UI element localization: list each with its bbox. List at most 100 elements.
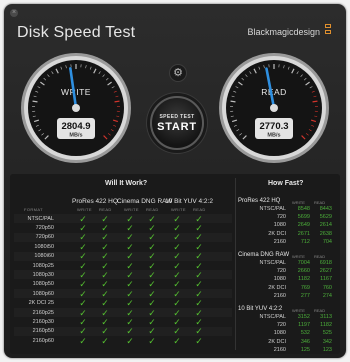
will-it-work-heading: Will It Work? bbox=[105, 180, 148, 187]
check-icon: ✓ bbox=[126, 251, 134, 262]
check-icon: ✓ bbox=[79, 326, 87, 337]
how-fast-group-title: Cinema DNG RAW bbox=[238, 252, 290, 258]
how-fast-format-label: NTSC/PAL bbox=[259, 314, 287, 320]
format-column-header: ProRes 422 HQ bbox=[72, 198, 118, 205]
start-button[interactable]: SPEED TEST START bbox=[150, 96, 204, 150]
how-fast-write-value: 5699 bbox=[297, 214, 310, 221]
format-header: FORMAT bbox=[24, 207, 43, 212]
format-label: 1080i50 bbox=[34, 243, 54, 250]
start-button-caption: SPEED TEST bbox=[159, 114, 195, 120]
app-title: Disk Speed Test bbox=[17, 24, 136, 41]
gear-icon[interactable]: ⚙ bbox=[169, 64, 187, 82]
how-fast-read-value: 5629 bbox=[319, 214, 332, 221]
how-fast-format-label: NTSC/PAL bbox=[259, 260, 287, 266]
how-fast-format-label: 720 bbox=[276, 268, 286, 275]
format-label: 1080p25 bbox=[32, 262, 54, 269]
how-fast-subheader: WRITE bbox=[292, 307, 305, 313]
format-label: 1080p50 bbox=[32, 281, 54, 288]
format-label: 720p50 bbox=[35, 224, 54, 231]
check-icon: ✓ bbox=[173, 251, 181, 262]
gauge-readout-value: 2804.9 bbox=[61, 121, 90, 132]
how-fast-read-value: 8443 bbox=[319, 206, 332, 212]
check-icon: ✓ bbox=[126, 232, 134, 243]
format-label: 720p60 bbox=[35, 234, 54, 241]
format-column-header: 10 Bit YUV 4:2:2 bbox=[165, 198, 213, 205]
how-fast-read-value: 2627 bbox=[319, 268, 332, 275]
how-fast-format-label: 2K DCI bbox=[268, 338, 286, 345]
how-fast-write-value: 1197 bbox=[298, 322, 310, 329]
how-fast-format-label: 2160 bbox=[273, 238, 286, 245]
check-icon: ✓ bbox=[101, 298, 109, 309]
gauge-tick bbox=[312, 100, 318, 103]
how-fast-read-value: 123 bbox=[322, 346, 332, 353]
check-icon: ✓ bbox=[173, 232, 181, 243]
check-icon: ✓ bbox=[195, 335, 203, 346]
results-panel: Will It Work? How Fast? ProRes 422 HQ WRI… bbox=[10, 174, 340, 354]
gauge-tick bbox=[32, 100, 38, 103]
how-fast-format-label: 2K DCI bbox=[268, 284, 286, 291]
check-icon: ✓ bbox=[195, 326, 203, 337]
how-fast-format-label: 2160 bbox=[273, 346, 286, 353]
format-label: 2K DCI 25 bbox=[28, 300, 54, 307]
column-subheader: READ bbox=[146, 207, 159, 212]
how-fast-format-label: 1080 bbox=[273, 276, 286, 283]
check-icon: ✓ bbox=[173, 298, 181, 309]
check-icon: ✓ bbox=[101, 326, 109, 337]
how-fast-format-label: 2160 bbox=[273, 292, 286, 299]
how-fast-write-value: 2649 bbox=[297, 222, 310, 229]
how-fast-subheader: READ bbox=[314, 199, 326, 205]
how-fast-write-value: 3152 bbox=[297, 314, 310, 320]
how-fast-read-value: 3113 bbox=[320, 314, 332, 320]
how-fast-write-value: 1182 bbox=[298, 276, 310, 283]
check-icon: ✓ bbox=[148, 232, 156, 243]
format-column-header: Cinema DNG RAW bbox=[117, 198, 173, 205]
format-label: 2160p60 bbox=[32, 337, 54, 344]
how-fast-subheader: WRITE bbox=[292, 199, 305, 205]
column-subheader: READ bbox=[193, 207, 206, 212]
format-label: 2160p50 bbox=[32, 328, 54, 335]
check-icon: ✓ bbox=[79, 298, 87, 309]
disk-speed-test-window: × Disk Speed Test Blackmagicdesign WRITE… bbox=[4, 4, 346, 358]
how-fast-format-label: 2K DCI bbox=[268, 230, 286, 237]
how-fast-read-value: 704 bbox=[322, 238, 332, 245]
check-icon: ✓ bbox=[101, 279, 109, 290]
check-icon: ✓ bbox=[79, 232, 87, 243]
gauge-tick bbox=[114, 100, 120, 103]
check-icon: ✓ bbox=[126, 298, 134, 309]
how-fast-write-value: 769 bbox=[300, 284, 310, 291]
how-fast-subheader: READ bbox=[314, 253, 326, 259]
how-fast-heading: How Fast? bbox=[268, 180, 304, 187]
gauge-label: READ bbox=[261, 87, 287, 97]
how-fast-subheader: READ bbox=[314, 307, 326, 313]
format-label: NTSC/PAL bbox=[27, 215, 55, 222]
gauge-tick bbox=[230, 100, 236, 103]
read-gauge: READ 2770.3MB/s bbox=[219, 53, 329, 163]
how-fast-read-value: 2638 bbox=[319, 230, 332, 237]
how-fast-write-value: 7004 bbox=[297, 260, 310, 266]
how-fast-group-title: ProRes 422 HQ bbox=[238, 198, 281, 204]
gauge-readout-value: 2770.3 bbox=[259, 121, 288, 132]
column-subheader: WRITE bbox=[124, 207, 139, 212]
check-icon: ✓ bbox=[148, 326, 156, 337]
close-icon[interactable]: × bbox=[10, 9, 18, 17]
how-fast-format-label: 1080 bbox=[273, 330, 286, 337]
how-fast-write-value: 532 bbox=[300, 330, 310, 337]
brand-name: Blackmagicdesign bbox=[247, 27, 320, 37]
format-label: 1080p60 bbox=[32, 290, 54, 297]
format-label: 2160p30 bbox=[32, 318, 54, 325]
how-fast-write-value: 712 bbox=[300, 238, 310, 245]
format-label: 2160p25 bbox=[32, 309, 54, 316]
check-icon: ✓ bbox=[79, 279, 87, 290]
how-fast-write-value: 277 bbox=[300, 292, 310, 299]
format-label: 1080p30 bbox=[32, 271, 54, 278]
how-fast-read-value: 342 bbox=[322, 338, 332, 345]
check-icon: ✓ bbox=[101, 251, 109, 262]
check-icon: ✓ bbox=[148, 298, 156, 309]
check-icon: ✓ bbox=[173, 279, 181, 290]
gauge-hub bbox=[72, 104, 80, 112]
check-icon: ✓ bbox=[79, 251, 87, 262]
how-fast-read-value: 2614 bbox=[319, 222, 332, 229]
how-fast-read-value: 274 bbox=[322, 292, 332, 299]
check-icon: ✓ bbox=[126, 279, 134, 290]
check-icon: ✓ bbox=[195, 251, 203, 262]
